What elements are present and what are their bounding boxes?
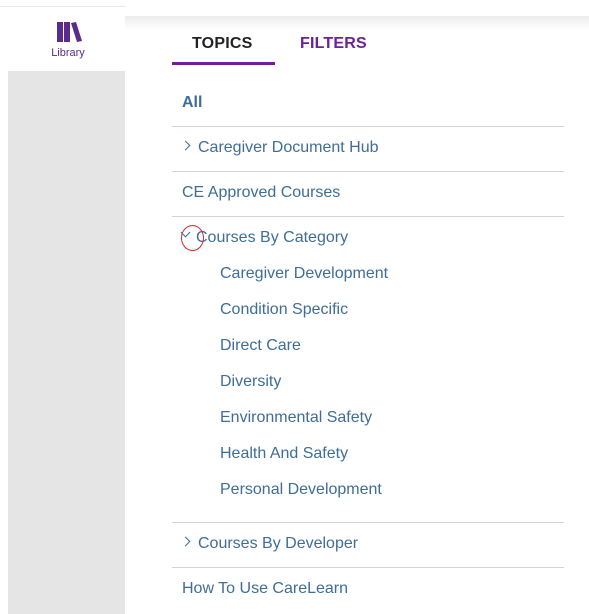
topic-by-category-link[interactable]: Courses By Category (180, 225, 349, 251)
tab-filters[interactable]: FILTERS (300, 35, 367, 53)
subtopic-caregiver-development[interactable]: Caregiver Development (220, 265, 388, 301)
topic-by-developer-link[interactable]: Courses By Developer (180, 535, 359, 553)
left-sidebar: Library (0, 0, 125, 614)
sidebar-top-rule (0, 6, 125, 7)
topic-by-developer-label: Courses By Developer (198, 535, 359, 552)
topic-how-to-link[interactable]: How To Use CareLearn (182, 580, 348, 598)
chevron-right-icon[interactable] (180, 536, 191, 547)
library-label: Library (51, 47, 85, 59)
subtopic-personal-development[interactable]: Personal Development (220, 481, 388, 517)
topic-row-ce-courses: CE Approved Courses (172, 172, 564, 217)
topic-row-by-developer: Courses By Developer (172, 523, 564, 568)
subtopic-health-and-safety[interactable]: Health And Safety (220, 445, 388, 481)
chevron-right-icon[interactable] (180, 140, 191, 151)
topic-ce-courses-link[interactable]: CE Approved Courses (182, 184, 340, 202)
subtopic-diversity[interactable]: Diversity (220, 373, 388, 409)
library-button[interactable]: Library (35, 22, 101, 68)
tab-topics[interactable]: TOPICS (192, 35, 252, 53)
subtopic-condition-specific[interactable]: Condition Specific (220, 301, 388, 337)
topic-by-category-label: Courses By Category (196, 229, 349, 246)
panel-top-shadow (125, 16, 589, 30)
topic-all-link[interactable]: All (182, 94, 202, 112)
topic-row-caregiver-hub: Caregiver Document Hub (172, 127, 564, 172)
library-books-icon (57, 22, 82, 42)
topic-list: All Caregiver Document Hub CE Approved C… (172, 82, 564, 613)
sidebar-gray-area (8, 71, 125, 614)
subtopic-environmental-safety[interactable]: Environmental Safety (220, 409, 388, 445)
topic-row-how-to: How To Use CareLearn (172, 568, 564, 613)
topic-row-by-category: Courses By Category Caregiver Developmen… (172, 217, 564, 523)
topic-row-all: All (172, 82, 564, 127)
subtopic-direct-care[interactable]: Direct Care (220, 337, 388, 373)
topic-caregiver-hub-link[interactable]: Caregiver Document Hub (180, 139, 379, 157)
tab-bar: TOPICS FILTERS (172, 35, 432, 65)
active-tab-indicator (172, 62, 275, 65)
category-sublist: Caregiver Development Condition Specific… (220, 265, 388, 517)
topic-caregiver-hub-label: Caregiver Document Hub (198, 139, 379, 156)
